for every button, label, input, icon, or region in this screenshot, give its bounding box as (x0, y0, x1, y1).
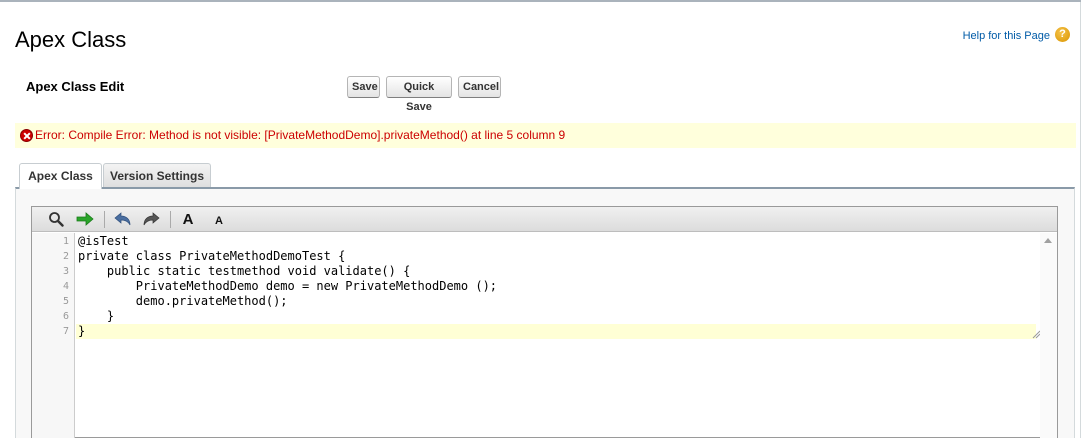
line-number: 1 (62, 236, 69, 247)
error-message-text: Error: Compile Error: Method is not visi… (35, 128, 566, 142)
search-icon[interactable] (45, 209, 67, 229)
undo-icon[interactable] (112, 209, 134, 229)
tab-apex-class[interactable]: Apex Class (19, 163, 102, 189)
tab-version-settings[interactable]: Version Settings (103, 163, 211, 188)
error-x-icon (20, 129, 33, 142)
line-number: 2 (62, 251, 69, 262)
code-line[interactable]: @isTest (76, 234, 1036, 249)
line-number: 3 (62, 266, 69, 277)
save-button[interactable]: Save (347, 76, 380, 98)
code-editor[interactable]: A A 1 2 3 4 5 6 7 @isTest private class … (31, 206, 1058, 438)
toolbar-separator (170, 211, 171, 228)
code-line-current[interactable]: } (76, 324, 1036, 339)
code-line[interactable]: demo.privateMethod(); (76, 294, 1036, 309)
go-to-line-arrow-icon[interactable] (74, 209, 96, 229)
code-line[interactable]: public static testmethod void validate()… (76, 264, 1036, 279)
quick-save-button[interactable]: Quick Save (386, 76, 452, 113)
font-increase-icon[interactable]: A (177, 209, 199, 229)
line-number: 4 (62, 281, 69, 292)
top-border (0, 0, 1081, 2)
help-for-this-page-link[interactable]: Help for this Page (963, 30, 1050, 42)
line-number: 5 (62, 296, 69, 307)
redo-icon[interactable] (140, 209, 162, 229)
scroll-up-arrow-icon[interactable] (1044, 238, 1052, 243)
editor-toolbar: A A (32, 207, 1057, 232)
line-number-gutter: 1 2 3 4 5 6 7 (32, 233, 75, 438)
page-title: Apex Class (15, 27, 127, 52)
code-area[interactable]: 1 2 3 4 5 6 7 @isTest private class Priv… (32, 233, 1057, 438)
vertical-scrollbar[interactable] (1040, 233, 1057, 438)
section-title: Apex Class Edit (26, 79, 125, 94)
cancel-button[interactable]: Cancel (458, 76, 501, 98)
line-number: 6 (62, 311, 69, 322)
question-mark-icon[interactable]: ? (1055, 27, 1070, 42)
toolbar-separator (104, 211, 105, 228)
code-line[interactable]: } (76, 309, 1036, 324)
code-line[interactable]: PrivateMethodDemo demo = new PrivateMeth… (76, 279, 1036, 294)
code-line[interactable]: private class PrivateMethodDemoTest { (76, 249, 1036, 264)
error-message-bar: Error: Compile Error: Method is not visi… (15, 123, 1076, 148)
line-number: 7 (62, 326, 69, 337)
font-decrease-icon[interactable]: A (208, 209, 230, 229)
